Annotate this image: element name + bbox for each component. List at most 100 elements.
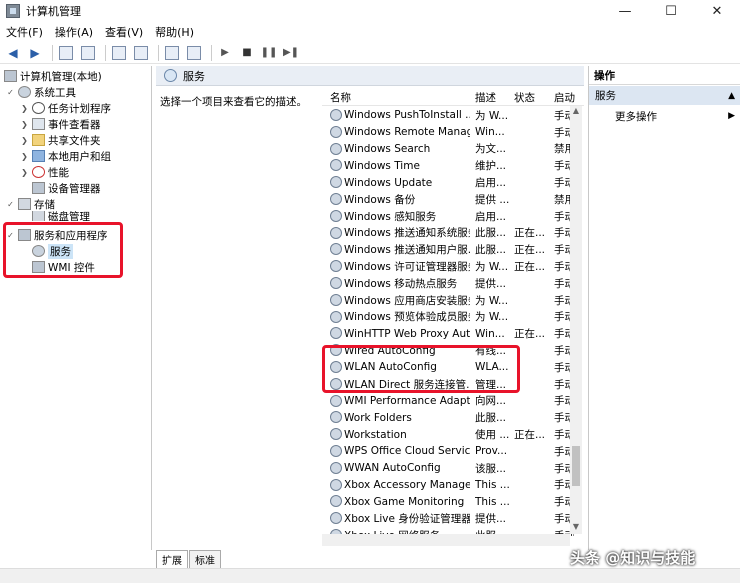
menu-action[interactable]: 操作(A) [49,24,99,40]
service-row[interactable]: Windows 推送通知系统服务 此服... 正在... 手动 [322,225,574,242]
tree-item-task-scheduler[interactable]: ❯ 任务计划程序 [20,100,111,116]
export-list-icon[interactable] [132,44,150,62]
service-row[interactable]: Windows 预览体验成员服务为 W... 手动 [322,309,574,326]
chevron-right-icon[interactable]: ❯ [20,104,29,113]
tree-item-performance[interactable]: ❯ 性能 [20,164,69,180]
scroll-thumb[interactable] [572,446,580,486]
chevron-right-icon[interactable]: ❯ [20,120,29,129]
service-row[interactable]: Windows Time 维护... 手动 [322,157,574,174]
service-status: 正在... [514,429,546,442]
service-row[interactable]: Windows 应用商店安装服务为 W... 手动 [322,292,574,309]
refresh-icon[interactable] [110,44,128,62]
tree-item-storage[interactable]: ✓ 存储 [6,196,55,212]
service-description: Win... [475,327,505,340]
service-description: 提供... [475,277,507,290]
actions-section-label: 服务 [595,90,616,102]
service-row[interactable]: Workstation 使用 ... 正在... 手动 [322,426,574,443]
tree-label: 服务和应用程序 [34,229,108,242]
stop-service-icon[interactable]: ■ [238,44,256,62]
service-name: WLAN Direct 服务连接管... [344,378,470,391]
service-gear-icon [330,445,342,457]
start-service-icon[interactable]: ▶ [216,44,234,62]
tree-item-device-manager[interactable]: 设备管理器 [32,180,101,196]
tree-item-event-viewer[interactable]: ❯ 事件查看器 [20,116,101,132]
tree-item-shared-folders[interactable]: ❯ 共享文件夹 [20,132,101,148]
service-row[interactable]: WLAN Direct 服务连接管... 管理... 手动 [322,376,574,393]
tree-label: 任务计划程序 [48,102,111,115]
service-row[interactable]: Windows 感知服务 启用... 手动 [322,208,574,225]
tree-label: 系统工具 [34,86,76,99]
service-row[interactable]: Windows Remote Manag... Win... 手动 [322,124,574,141]
pause-service-icon[interactable]: ❚❚ [260,44,278,62]
service-row[interactable]: Windows 移动热点服务 提供... 手动 [322,275,574,292]
service-row[interactable]: Wired AutoConfig 有线... 手动 [322,342,574,359]
minimize-button[interactable]: — [602,0,648,22]
tree-label: 本地用户和组 [48,150,111,163]
maximize-button[interactable]: ☐ [648,0,694,22]
vertical-scrollbar[interactable]: ▲ ▼ [570,106,582,534]
tools-icon [18,86,31,98]
service-row[interactable]: Xbox Accessory Manage... This ... 手动 [322,477,574,494]
service-description: 启用... [475,210,507,223]
service-row[interactable]: Xbox Live 身份验证管理器 提供... 手动 [322,510,574,527]
service-gear-icon [330,411,342,424]
chevron-right-icon[interactable]: ❯ [20,136,29,145]
scroll-down-icon[interactable]: ▼ [570,522,582,534]
tab-standard[interactable]: 标准 [189,550,221,568]
console-tree: 计算机管理(本地) ✓ 系统工具 ❯ 任务计划程序 ❯ 事件查看器 ❯ 共享文件… [0,66,152,550]
service-row[interactable]: WLAN AutoConfig WLA... 手动 [322,359,574,376]
service-row[interactable]: Windows 备份 提供 ... 禁用 [322,191,574,208]
scroll-up-icon[interactable]: ▲ [570,106,582,118]
expand-arrow-icon[interactable]: ✓ [6,88,15,97]
collapse-up-icon[interactable]: ▲ [728,91,735,101]
column-name[interactable]: 名称 [330,90,351,105]
service-description: 管理... [475,378,507,391]
actions-section-services[interactable]: 服务 ▲ [589,86,740,105]
service-row[interactable]: Windows 推送通知用户服... 此服... 正在... 手动 [322,241,574,258]
column-status[interactable]: 状态 [514,90,535,105]
tree-item-root[interactable]: 计算机管理(本地) [4,68,102,84]
menu-file[interactable]: 文件(F) [0,24,49,40]
expand-arrow-icon[interactable]: ✓ [6,231,15,240]
close-button[interactable]: ✕ [694,0,740,22]
service-status: 正在... [514,227,546,240]
horizontal-scrollbar[interactable] [322,534,570,546]
tree-item-system-tools[interactable]: ✓ 系统工具 [6,84,76,100]
service-name: WLAN AutoConfig [344,361,437,374]
menu-help[interactable]: 帮助(H) [149,24,200,40]
tree-label: 共享文件夹 [48,134,101,147]
help-icon[interactable] [163,44,181,62]
service-row[interactable]: WPS Office Cloud Service Prov... 手动 [322,443,574,460]
service-row[interactable]: Windows 许可证管理器服务为 W... 正在... 手动 [322,258,574,275]
properties-icon[interactable] [185,44,203,62]
tab-extended[interactable]: 扩展 [156,550,188,568]
more-actions[interactable]: 更多操作 ▶ [615,108,735,124]
tree-item-services-apps[interactable]: ✓ 服务和应用程序 [6,227,108,243]
service-row[interactable]: Windows PushToInstall ... 为 W... 手动 [322,107,574,124]
column-description[interactable]: 描述 [475,90,496,105]
show-hide-tree-icon[interactable] [79,44,97,62]
tree-label: 磁盘管理 [48,211,90,221]
back-arrow-icon[interactable]: ◀ [4,44,22,62]
tree-item-wmi[interactable]: WMI 控件 [32,259,95,275]
restart-service-icon[interactable]: ▶❚ [282,44,300,62]
service-row[interactable]: Windows Search 为文... 禁用 [322,141,574,158]
tree-item-disk-management[interactable]: 磁盘管理 [32,211,90,221]
tree-item-local-users[interactable]: ❯ 本地用户和组 [20,148,111,164]
tree-item-services[interactable]: 服务 [32,243,73,259]
service-row[interactable]: Work Folders 此服... 手动 [322,409,574,426]
chevron-right-icon[interactable]: ❯ [20,168,29,177]
service-row[interactable]: Windows Update 启用... 手动 [322,174,574,191]
expand-arrow-icon[interactable]: ✓ [6,200,15,209]
service-name: Windows Search [344,142,431,155]
service-row[interactable]: WMI Performance Adapt... 向网... 手动 [322,393,574,410]
forward-arrow-icon[interactable]: ▶ [26,44,44,62]
chevron-right-icon[interactable]: ❯ [20,152,29,161]
service-row[interactable]: WinHTTP Web Proxy Aut... Win... 正在... 手动 [322,325,574,342]
service-row[interactable]: Xbox Game Monitoring This ... 手动 [322,493,574,510]
service-row[interactable]: WWAN AutoConfig 该服... 手动 [322,460,574,477]
menu-view[interactable]: 查看(V) [99,24,149,40]
up-folder-icon[interactable] [57,44,75,62]
services-apps-icon [18,229,31,241]
column-startup[interactable]: 启动 [554,90,575,105]
